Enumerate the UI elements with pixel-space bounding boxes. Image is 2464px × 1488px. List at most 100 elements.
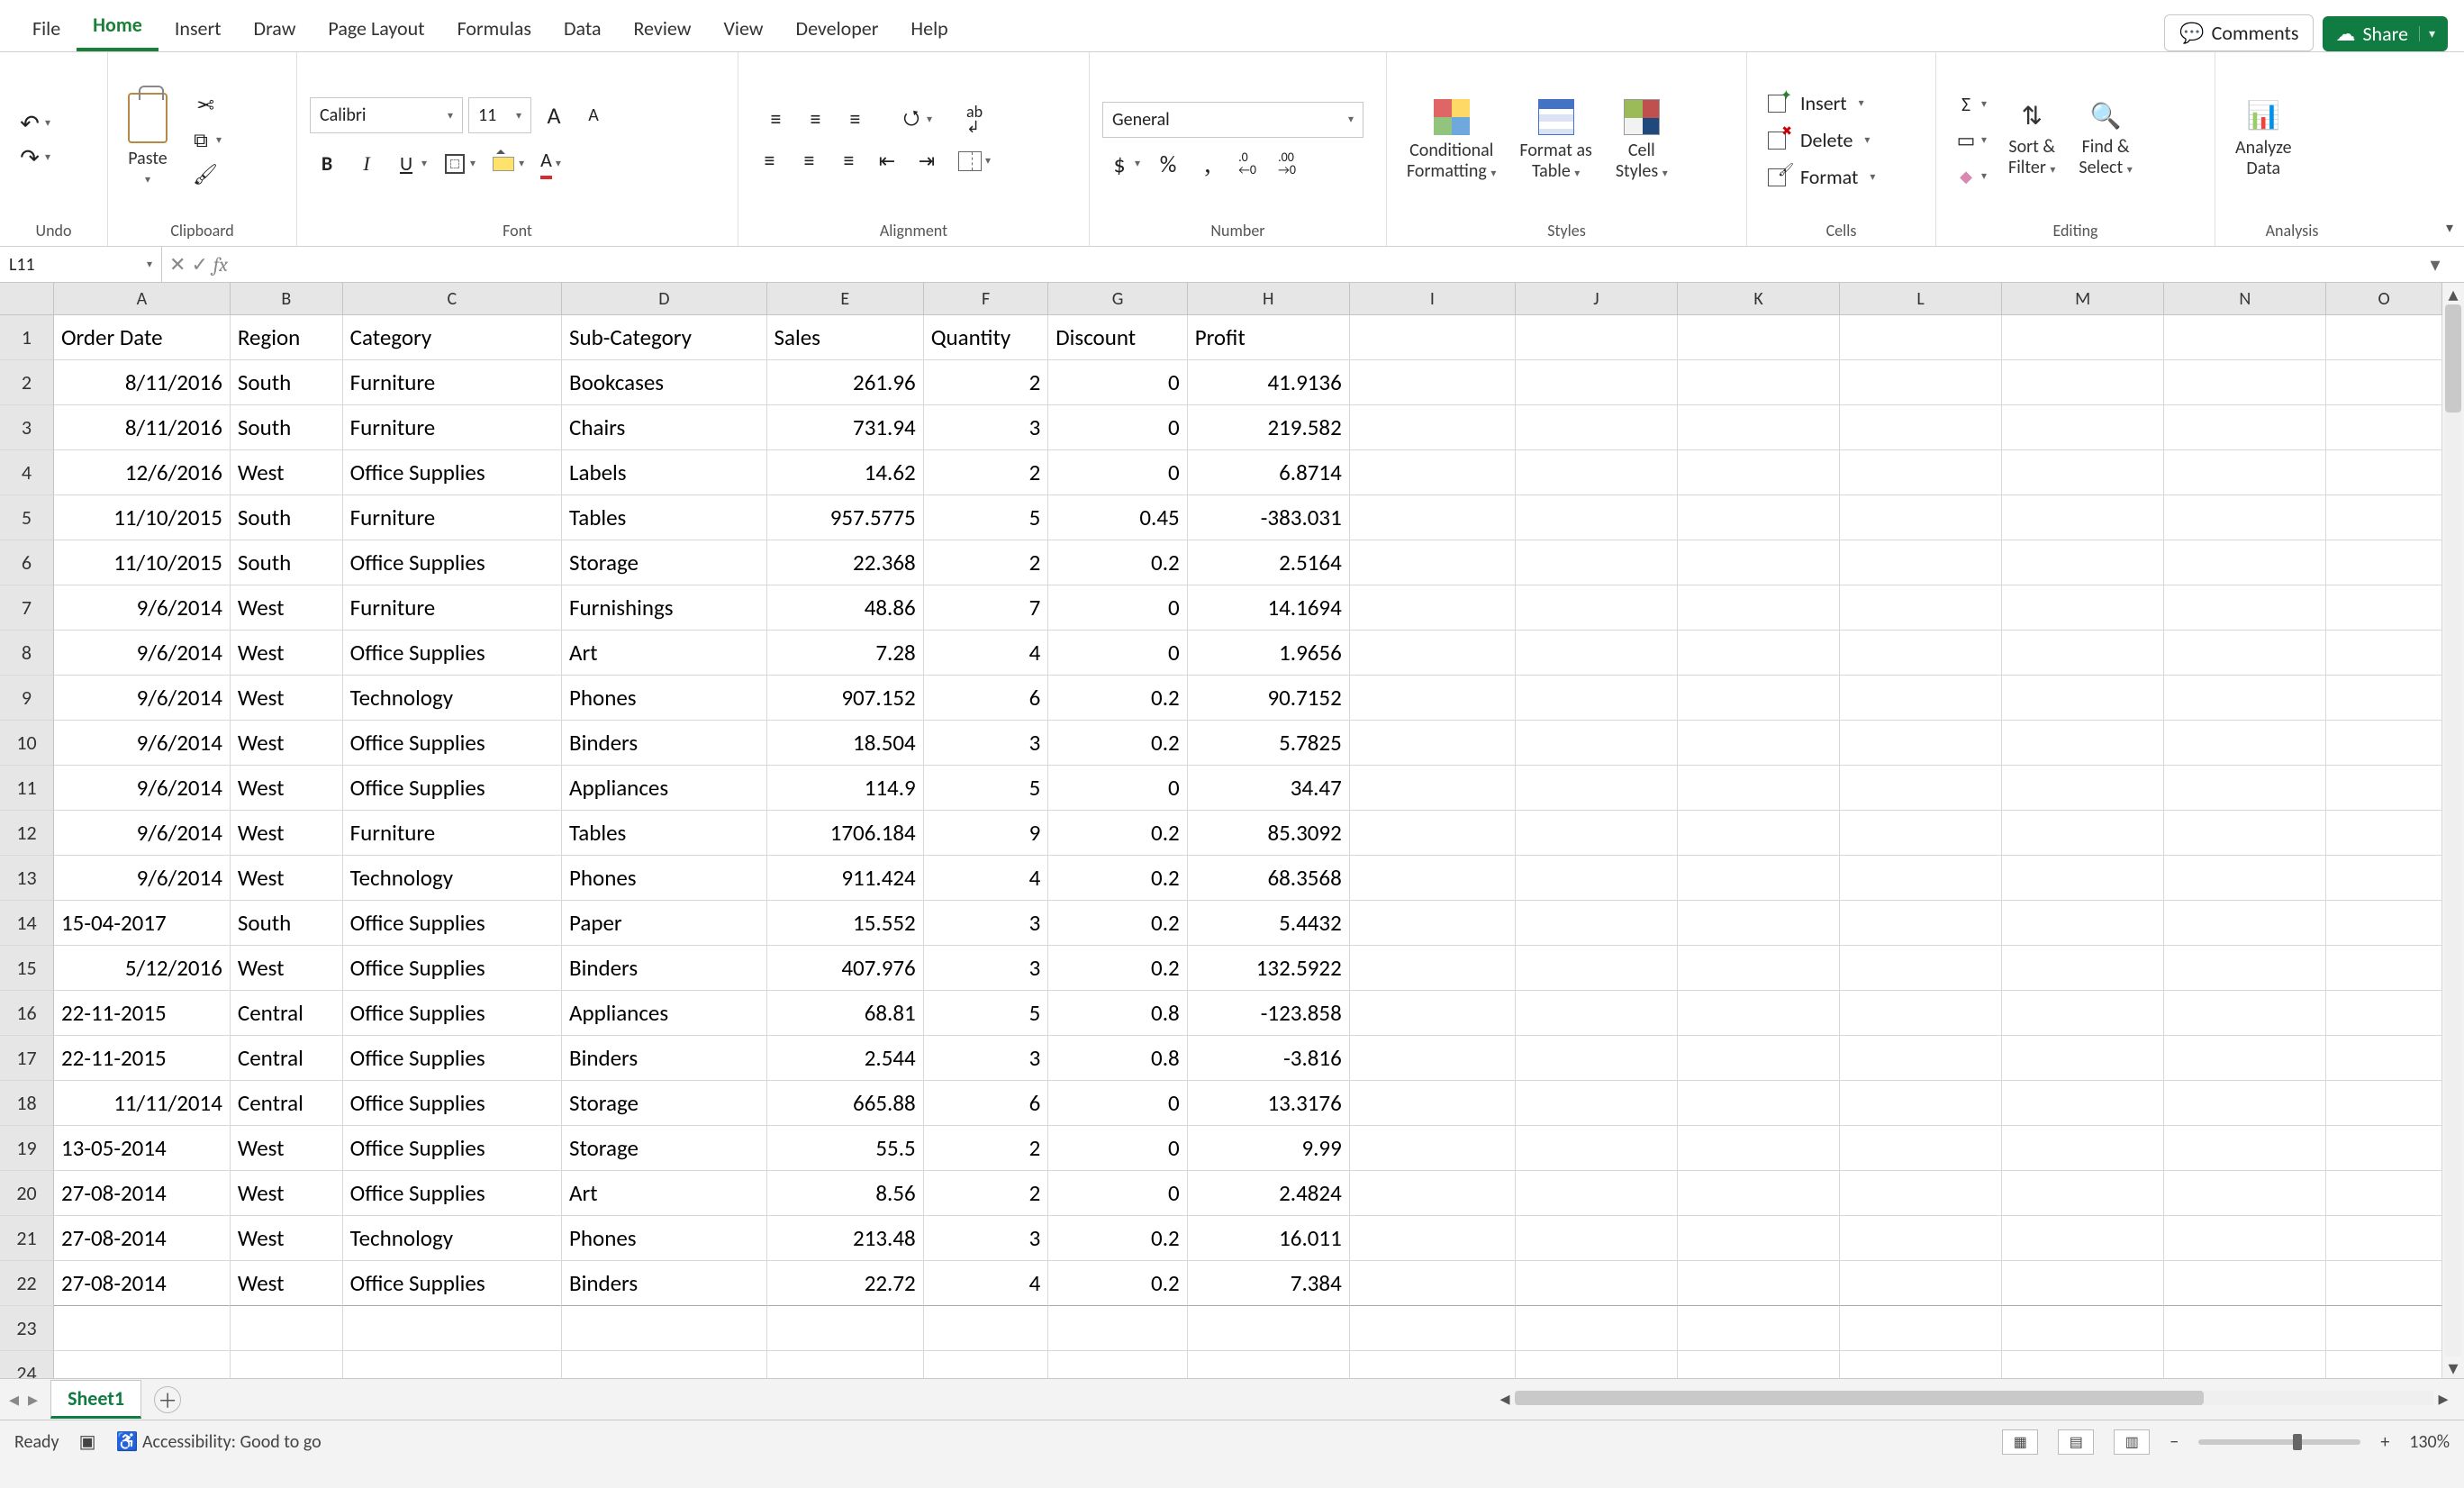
cell[interactable]: 0 <box>1048 405 1187 450</box>
cell[interactable] <box>1840 811 2002 856</box>
cell[interactable]: 27-08-2014 <box>54 1261 231 1306</box>
increase-indent-button[interactable] <box>910 146 944 177</box>
cell[interactable] <box>2164 721 2326 766</box>
cell[interactable]: 0.2 <box>1048 1216 1187 1261</box>
cell[interactable]: Office Supplies <box>343 721 562 766</box>
cell[interactable] <box>1840 1171 2002 1216</box>
cell[interactable]: 5 <box>924 991 1049 1036</box>
cell[interactable] <box>1678 1261 1840 1306</box>
cell[interactable] <box>1516 901 1678 946</box>
cell[interactable]: Office Supplies <box>343 1261 562 1306</box>
cell[interactable] <box>1840 540 2002 585</box>
cell[interactable]: 9/6/2014 <box>54 631 231 676</box>
cell[interactable]: 9.99 <box>1188 1126 1350 1171</box>
decrease-decimal-button[interactable] <box>1270 149 1304 179</box>
cut-button[interactable] <box>188 91 222 122</box>
cell[interactable]: 16.011 <box>1188 1216 1350 1261</box>
cell[interactable]: 2.544 <box>767 1036 924 1081</box>
cell[interactable] <box>1516 631 1678 676</box>
cell[interactable] <box>924 1306 1049 1351</box>
cell[interactable]: Central <box>231 991 343 1036</box>
cell[interactable]: 13-05-2014 <box>54 1126 231 1171</box>
cell[interactable] <box>2326 1036 2442 1081</box>
cell[interactable]: Furniture <box>343 360 562 405</box>
cell[interactable] <box>2002 1306 2164 1351</box>
zoom-slider[interactable] <box>2198 1439 2360 1445</box>
menu-tab-data[interactable]: Data <box>548 7 618 51</box>
cell[interactable]: 0 <box>1048 585 1187 631</box>
cell[interactable]: 0.2 <box>1048 811 1187 856</box>
cell[interactable]: 407.976 <box>767 946 924 991</box>
cell[interactable]: 2 <box>924 360 1049 405</box>
cell[interactable] <box>1678 315 1840 360</box>
cell[interactable]: 8/11/2016 <box>54 405 231 450</box>
menu-tab-file[interactable]: File <box>16 7 77 51</box>
cell[interactable] <box>1350 1081 1516 1126</box>
cell[interactable]: 7.28 <box>767 631 924 676</box>
cell[interactable]: South <box>231 901 343 946</box>
cell[interactable] <box>1048 1306 1187 1351</box>
cell[interactable] <box>2002 901 2164 946</box>
cell[interactable] <box>2164 585 2326 631</box>
cell[interactable] <box>1678 721 1840 766</box>
cell[interactable]: 27-08-2014 <box>54 1216 231 1261</box>
cell[interactable]: 27-08-2014 <box>54 1171 231 1216</box>
top-align-button[interactable] <box>757 104 792 135</box>
cell[interactable]: Office Supplies <box>343 1036 562 1081</box>
cell[interactable]: Office Supplies <box>343 766 562 811</box>
increase-font-button[interactable] <box>537 100 571 131</box>
cell[interactable] <box>2164 946 2326 991</box>
cell[interactable] <box>1350 405 1516 450</box>
cell[interactable]: West <box>231 1261 343 1306</box>
menu-tab-page-layout[interactable]: Page Layout <box>312 7 440 51</box>
cell[interactable]: 2 <box>924 1126 1049 1171</box>
cell[interactable]: West <box>231 1126 343 1171</box>
cell[interactable] <box>2326 676 2442 721</box>
cell[interactable]: 22.368 <box>767 540 924 585</box>
cell[interactable]: Office Supplies <box>343 1171 562 1216</box>
cell[interactable]: 0 <box>1048 360 1187 405</box>
cell[interactable] <box>1350 540 1516 585</box>
cell[interactable]: Central <box>231 1036 343 1081</box>
cell[interactable]: Technology <box>343 1216 562 1261</box>
cell[interactable] <box>1840 991 2002 1036</box>
cell[interactable] <box>1678 676 1840 721</box>
cell[interactable]: West <box>231 1171 343 1216</box>
cell[interactable] <box>1516 1216 1678 1261</box>
cell[interactable] <box>2326 1126 2442 1171</box>
cell[interactable] <box>1516 721 1678 766</box>
enter-formula-button[interactable]: ✓ <box>191 252 207 277</box>
cell[interactable]: 0.2 <box>1048 946 1187 991</box>
cell[interactable] <box>1678 1216 1840 1261</box>
sheet-nav-prev[interactable]: ◂ <box>9 1387 19 1411</box>
cell[interactable]: 0 <box>1048 766 1187 811</box>
decrease-font-button[interactable] <box>576 100 611 131</box>
autosum-button[interactable]: ▾ <box>1949 89 1992 120</box>
horizontal-scrollbar[interactable]: ◂ ▸ <box>1495 1388 2453 1408</box>
cell[interactable] <box>1840 1261 2002 1306</box>
cell[interactable] <box>1840 1216 2002 1261</box>
cell[interactable] <box>1678 991 1840 1036</box>
cell[interactable] <box>2164 991 2326 1036</box>
cell[interactable] <box>1678 450 1840 495</box>
cell[interactable] <box>1840 315 2002 360</box>
row-header-12[interactable]: 12 <box>0 811 54 856</box>
cell[interactable]: Phones <box>562 1216 767 1261</box>
menu-tab-formulas[interactable]: Formulas <box>441 7 548 51</box>
row-header-15[interactable]: 15 <box>0 946 54 991</box>
row-header-9[interactable]: 9 <box>0 676 54 721</box>
cell[interactable]: 15-04-2017 <box>54 901 231 946</box>
find-select-button[interactable]: Find &Select ▾ <box>2071 96 2139 183</box>
name-box[interactable]: L11 ▾ <box>0 247 162 282</box>
cell[interactable]: -383.031 <box>1188 495 1350 540</box>
menu-tab-insert[interactable]: Insert <box>159 7 238 51</box>
comma-format-button[interactable] <box>1191 149 1225 179</box>
cell[interactable]: 4 <box>924 631 1049 676</box>
cell[interactable]: 11/11/2014 <box>54 1081 231 1126</box>
cell[interactable] <box>2326 540 2442 585</box>
cell[interactable]: 213.48 <box>767 1216 924 1261</box>
row-header-4[interactable]: 4 <box>0 450 54 495</box>
select-all-button[interactable] <box>0 283 54 315</box>
cell[interactable]: 9/6/2014 <box>54 676 231 721</box>
cell[interactable] <box>231 1306 343 1351</box>
